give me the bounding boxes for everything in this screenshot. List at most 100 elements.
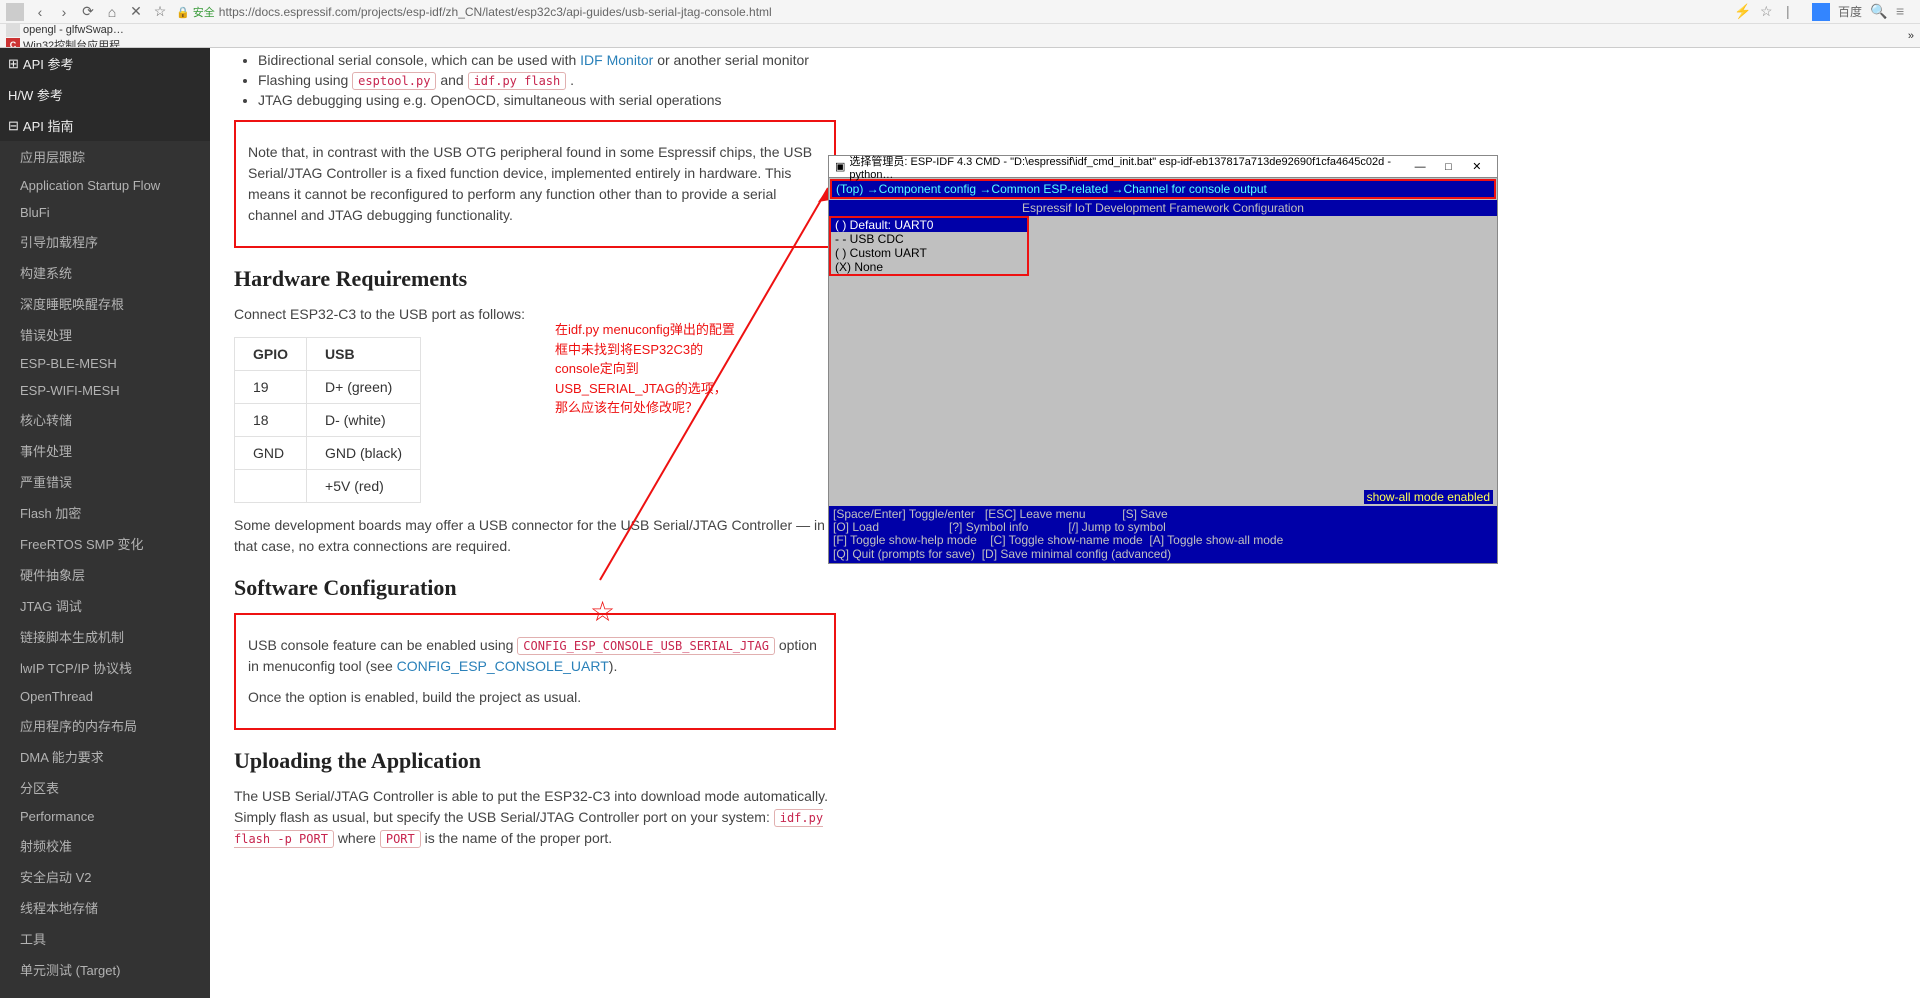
stop-button[interactable]: ✕ [128, 4, 144, 20]
sidebar-item[interactable]: 应用程序的内存布局 [0, 710, 210, 741]
terminal-window: ▣ 选择管理员: ESP-IDF 4.3 CMD - "D:\espressif… [828, 155, 1498, 564]
sidebar-item[interactable]: 分区表 [0, 772, 210, 803]
menuconfig-help-footer: [Space/Enter] Toggle/enter [ESC] Leave m… [829, 506, 1497, 563]
idf-monitor-link[interactable]: IDF Monitor [580, 52, 653, 68]
sidebar-item[interactable]: 应用层跟踪 [0, 141, 210, 172]
sidebar-item[interactable]: Application Startup Flow [0, 172, 210, 199]
minimize-button[interactable]: ― [1406, 158, 1434, 176]
table-row: GNDGND (black) [235, 437, 421, 470]
sidebar-item[interactable]: 射频校准 [0, 830, 210, 861]
table-row: +5V (red) [235, 470, 421, 503]
doc-content: Bidirectional serial console, which can … [210, 48, 860, 998]
sidebar-item[interactable]: FreeRTOS SMP 变化 [0, 528, 210, 559]
sidebar-item[interactable]: ESP-WIFI-MESH [0, 377, 210, 404]
heading-sw-config: Software Configuration [234, 575, 836, 601]
lock-icon: 🔒 安全 [176, 4, 215, 20]
sidebar-item[interactable]: 硬件抽象层 [0, 559, 210, 590]
sidebar-item[interactable]: OpenThread [0, 683, 210, 710]
sidebar-item[interactable]: 线程本地存储 [0, 892, 210, 923]
table-row: 19D+ (green) [235, 371, 421, 404]
sidebar-item[interactable]: lwIP TCP/IP 协议栈 [0, 652, 210, 683]
sidebar-header-api-ref[interactable]: ⊞API 参考 [0, 48, 210, 79]
sidebar-header-hw-ref[interactable]: H/W 参考 [0, 79, 210, 110]
heading-hw-requirements: Hardware Requirements [234, 266, 836, 292]
sidebar-item[interactable]: 错误处理 [0, 319, 210, 350]
menuconfig-body: ( ) Default: UART0 - - USB CDC ( ) Custo… [829, 216, 1497, 506]
menuconfig-option-usbcdc[interactable]: - - USB CDC [831, 232, 1027, 246]
code-port: PORT [380, 830, 421, 848]
sidebar-item[interactable]: 事件处理 [0, 435, 210, 466]
gpio-table: GPIOUSB 19D+ (green)18D- (white)GNDGND (… [234, 337, 421, 503]
table-header: GPIO [235, 338, 307, 371]
sidebar-header-api-guide[interactable]: ⊟API 指南 [0, 110, 210, 141]
browser-toolbar: ‹ › ⟳ ⌂ ✕ ☆ 🔒 安全 https://docs.espressif.… [0, 0, 1920, 24]
sidebar-item[interactable]: 严重错误 [0, 466, 210, 497]
sidebar-item[interactable]: 单元测试 (Target) [0, 954, 210, 985]
upload-text: The USB Serial/JTAG Controller is able t… [234, 786, 836, 849]
note-box: Note that, in contrast with the USB OTG … [234, 120, 836, 248]
code-esptool: esptool.py [352, 72, 436, 90]
menu-icon[interactable]: ≡ [1896, 3, 1914, 21]
sw-build-text: Once the option is enabled, build the pr… [248, 687, 822, 708]
note-text: Note that, in contrast with the USB OTG … [248, 142, 822, 226]
star-icon: ☆ [590, 595, 615, 628]
table-row: 18D- (white) [235, 404, 421, 437]
sw-config-box: USB console feature can be enabled using… [234, 613, 836, 730]
bookmark-star-icon[interactable]: ☆ [152, 4, 168, 20]
close-button[interactable]: ✕ [1463, 158, 1491, 176]
hw-note-text: Some development boards may offer a USB … [234, 515, 836, 557]
feature-bullet: JTAG debugging using e.g. OpenOCD, simul… [258, 92, 836, 108]
flash-icon[interactable]: ⚡ [1734, 3, 1752, 21]
feature-bullet: Flashing using esptool.py and idf.py fla… [258, 72, 836, 88]
search-icon[interactable]: 🔍 [1870, 3, 1888, 21]
show-all-label: show-all mode enabled [1364, 490, 1493, 504]
terminal-title-text: 选择管理员: ESP-IDF 4.3 CMD - "D:\espressif\i… [849, 153, 1406, 181]
sw-config-text: USB console feature can be enabled using… [248, 635, 822, 677]
sidebar-item[interactable]: Flash 加密 [0, 497, 210, 528]
search-engine-icon[interactable] [1812, 3, 1830, 21]
menuconfig-option-none[interactable]: (X) None [831, 260, 1027, 274]
heading-uploading: Uploading the Application [234, 748, 836, 774]
bookmark-item[interactable]: opengl - glfwSwap… [6, 24, 166, 37]
sidebar-item[interactable]: DMA 能力要求 [0, 741, 210, 772]
sidebar-item[interactable]: 引导加载程序 [0, 226, 210, 257]
url-text: https://docs.espressif.com/projects/esp-… [219, 5, 772, 19]
menuconfig-option-uart0[interactable]: ( ) Default: UART0 [831, 218, 1027, 232]
address-bar[interactable]: 🔒 安全 https://docs.espressif.com/projects… [176, 4, 772, 20]
sidebar-item[interactable]: 工具 [0, 923, 210, 954]
menuconfig-options: ( ) Default: UART0 - - USB CDC ( ) Custo… [829, 216, 1029, 276]
terminal-titlebar: ▣ 选择管理员: ESP-IDF 4.3 CMD - "D:\espressif… [829, 156, 1497, 178]
forward-button[interactable]: › [56, 4, 72, 20]
menuconfig-breadcrumb: (Top) →Component config →Common ESP-rela… [830, 179, 1496, 199]
link-config-uart[interactable]: CONFIG_ESP_CONSOLE_UART [397, 658, 609, 674]
back-button[interactable]: ‹ [32, 4, 48, 20]
divider: | [1786, 3, 1804, 21]
bookmarks-bar: 百度一下 CC++中public、prot… C++ 学习笔记 命名空间和函数前… [0, 24, 1920, 48]
table-header: USB [307, 338, 421, 371]
sidebar-item[interactable]: 安全启动 V2 [0, 861, 210, 892]
sidebar-item[interactable]: Performance [0, 803, 210, 830]
sidebar-item[interactable]: 链接脚本生成机制 [0, 621, 210, 652]
sidebar-item[interactable]: 深度睡眠唤醒存根 [0, 288, 210, 319]
sidebar: ⊞API 参考 H/W 参考 ⊟API 指南 应用层跟踪Application … [0, 48, 210, 998]
star-icon[interactable]: ☆ [1760, 3, 1778, 21]
code-config-usb-serial-jtag: CONFIG_ESP_CONSOLE_USB_SERIAL_JTAG [517, 637, 775, 655]
code-idfpy-flash: idf.py flash [468, 72, 567, 90]
menuconfig-header: Espressif IoT Development Framework Conf… [829, 200, 1497, 216]
sidebar-item[interactable]: 构建系统 [0, 257, 210, 288]
hw-connect-text: Connect ESP32-C3 to the USB port as foll… [234, 304, 836, 325]
menuconfig-option-custom-uart[interactable]: ( ) Custom UART [831, 246, 1027, 260]
bookmarks-overflow[interactable]: » [1908, 30, 1914, 42]
cmd-icon: ▣ [835, 160, 845, 173]
bookmark-item[interactable]: CWin32控制台应用程… [6, 37, 166, 49]
home-button[interactable]: ⌂ [104, 4, 120, 20]
sidebar-item[interactable]: 核心转储 [0, 404, 210, 435]
sidebar-item[interactable]: JTAG 调试 [0, 590, 210, 621]
maximize-button[interactable]: □ [1434, 158, 1462, 176]
sidebar-item[interactable]: BluFi [0, 199, 210, 226]
page-favicon [6, 3, 24, 21]
reload-button[interactable]: ⟳ [80, 4, 96, 20]
sidebar-item[interactable]: ESP-BLE-MESH [0, 350, 210, 377]
annotation-text: 在idf.py menuconfig弹出的配置框中未找到将ESP32C3的con… [555, 320, 735, 418]
feature-bullet: Bidirectional serial console, which can … [258, 52, 836, 68]
